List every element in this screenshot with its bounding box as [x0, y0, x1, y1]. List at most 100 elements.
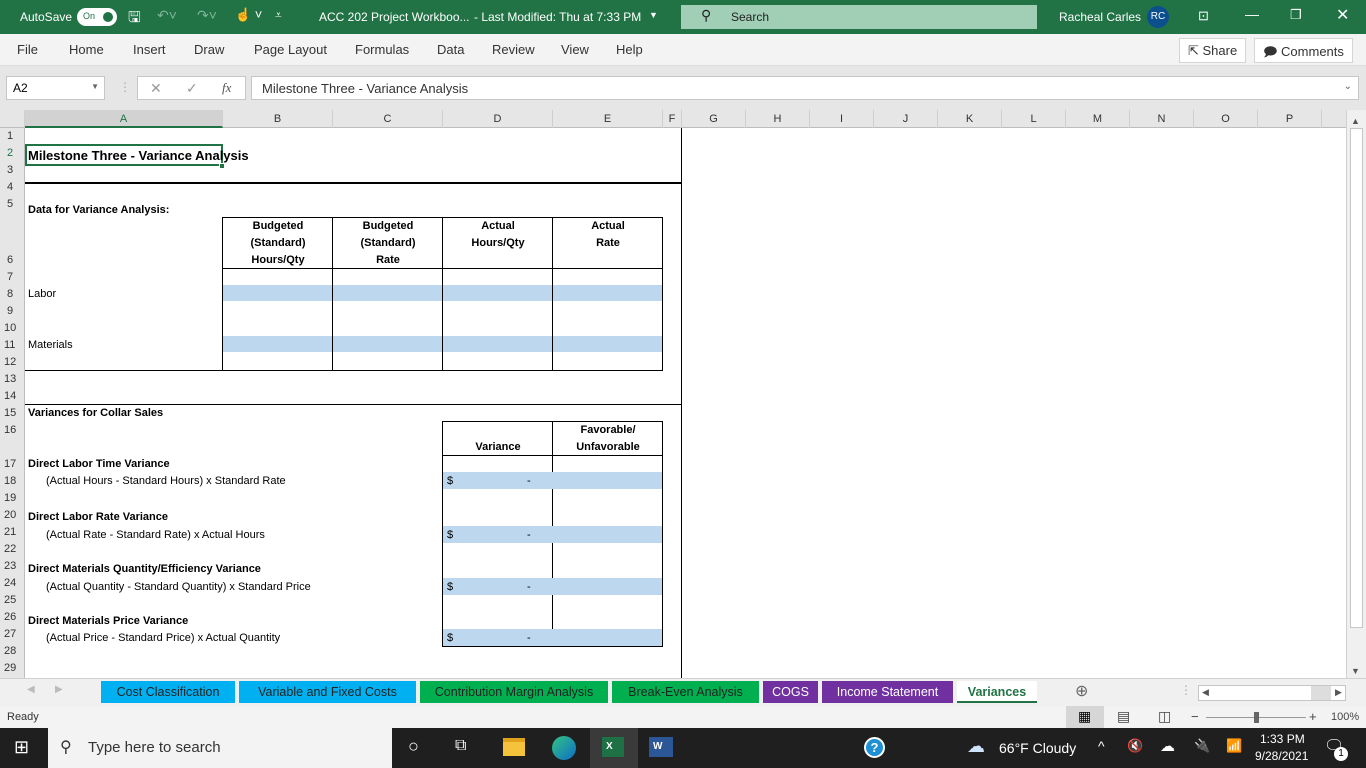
- row-header-14[interactable]: 14: [0, 390, 25, 402]
- excel-taskbar-button[interactable]: X: [590, 728, 638, 768]
- insert-function-icon[interactable]: fx: [222, 80, 231, 96]
- scroll-up-icon[interactable]: ▲: [1351, 116, 1360, 126]
- edge-icon[interactable]: [552, 736, 576, 760]
- sheet-tab-variable-and-fixed-costs[interactable]: Variable and Fixed Costs: [239, 681, 416, 703]
- cancel-icon[interactable]: ✕: [150, 80, 162, 97]
- row-header-5[interactable]: 5: [0, 198, 25, 210]
- scroll-left-icon[interactable]: ◀: [1202, 687, 1209, 698]
- variance-value[interactable]: -: [527, 529, 531, 541]
- file-explorer-icon[interactable]: [503, 738, 525, 756]
- tab-help[interactable]: Help: [616, 42, 643, 57]
- column-header-a[interactable]: A: [25, 110, 223, 128]
- show-hidden-icons[interactable]: ^: [1098, 738, 1105, 754]
- variance-value[interactable]: -: [527, 581, 531, 593]
- row-header-7[interactable]: 7: [0, 271, 25, 283]
- zoom-in-icon[interactable]: +: [1309, 709, 1317, 724]
- column-header-j[interactable]: J: [874, 110, 938, 128]
- column-header-l[interactable]: L: [1002, 110, 1066, 128]
- document-title[interactable]: ACC 202 Project Workboo...: [319, 10, 470, 24]
- search-box[interactable]: ⚲ Search: [681, 5, 1037, 29]
- row-header-3[interactable]: 3: [0, 164, 25, 176]
- zoom-level[interactable]: 100%: [1331, 711, 1359, 723]
- user-name[interactable]: Racheal Carles: [1059, 10, 1141, 24]
- clock-time[interactable]: 1:33 PM: [1260, 732, 1305, 746]
- zoom-slider-thumb[interactable]: [1254, 712, 1259, 723]
- prev-sheet-icon[interactable]: ◀: [27, 684, 35, 695]
- sheet-tab-break-even-analysis[interactable]: Break-Even Analysis: [612, 681, 759, 703]
- taskbar-search[interactable]: ⚲ Type here to search: [48, 728, 392, 768]
- row-header-1[interactable]: 1: [0, 130, 25, 142]
- column-header-h[interactable]: H: [746, 110, 810, 128]
- scroll-down-icon[interactable]: ▼: [1351, 666, 1360, 676]
- row-header-24[interactable]: 24: [0, 577, 25, 589]
- row-header-16[interactable]: 16: [0, 424, 25, 436]
- column-header-c[interactable]: C: [333, 110, 443, 128]
- tab-insert[interactable]: Insert: [133, 42, 166, 57]
- row-header-6[interactable]: 6: [0, 254, 25, 266]
- battery-icon[interactable]: 🔌: [1194, 738, 1210, 754]
- sheet-tab-income-statement[interactable]: Income Statement: [822, 681, 953, 703]
- page-break-view-icon[interactable]: ◫: [1158, 708, 1171, 725]
- tab-formulas[interactable]: Formulas: [355, 42, 409, 57]
- select-all-corner[interactable]: [0, 110, 25, 128]
- row-header-13[interactable]: 13: [0, 373, 25, 385]
- horizontal-scrollbar[interactable]: ◀ ▶: [1198, 685, 1346, 701]
- clock-date[interactable]: 9/28/2021: [1255, 749, 1308, 763]
- row-header-27[interactable]: 27: [0, 628, 25, 640]
- row-header-12[interactable]: 12: [0, 356, 25, 368]
- avatar[interactable]: RC: [1147, 6, 1169, 28]
- row-header-23[interactable]: 23: [0, 560, 25, 572]
- row-header-8[interactable]: 8: [0, 288, 25, 300]
- row-header-11[interactable]: 11: [0, 339, 25, 351]
- variance-value[interactable]: -: [527, 475, 531, 487]
- row-header-15[interactable]: 15: [0, 407, 25, 419]
- sheet-tab-cost-classification[interactable]: Cost Classification: [101, 681, 235, 703]
- wifi-icon[interactable]: 📶: [1226, 738, 1242, 754]
- column-header-i[interactable]: I: [810, 110, 874, 128]
- row-header-26[interactable]: 26: [0, 611, 25, 623]
- column-header-d[interactable]: D: [443, 110, 553, 128]
- enter-check-icon[interactable]: ✓: [186, 80, 198, 97]
- share-button[interactable]: ⇱ Share: [1179, 38, 1247, 63]
- restore-icon[interactable]: ❐: [1290, 7, 1302, 23]
- save-icon[interactable]: 🖫: [128, 7, 141, 32]
- zoom-out-icon[interactable]: −: [1191, 709, 1199, 724]
- row-header-4[interactable]: 4: [0, 181, 25, 193]
- task-view-icon[interactable]: ⧉: [455, 737, 466, 755]
- sheet-tab-cogs[interactable]: COGS: [763, 681, 818, 703]
- help-icon[interactable]: ?: [864, 737, 885, 758]
- column-header-f[interactable]: F: [663, 110, 682, 128]
- scroll-right-icon[interactable]: ▶: [1335, 687, 1342, 698]
- formula-input[interactable]: Milestone Three - Variance Analysis ⌄: [251, 76, 1359, 100]
- column-header-g[interactable]: G: [682, 110, 746, 128]
- add-sheet-icon[interactable]: ⊕: [1075, 681, 1088, 701]
- row-header-19[interactable]: 19: [0, 492, 25, 504]
- touch-mode-icon[interactable]: ☝ ˅: [235, 7, 262, 23]
- row-header-10[interactable]: 10: [0, 322, 25, 334]
- next-sheet-icon[interactable]: ▶: [55, 684, 63, 695]
- scroll-thumb[interactable]: [1350, 128, 1363, 628]
- title-dropdown-icon[interactable]: ▼: [649, 10, 658, 20]
- row-header-29[interactable]: 29: [0, 662, 25, 674]
- variance-value[interactable]: -: [527, 632, 531, 644]
- tab-draw[interactable]: Draw: [194, 42, 224, 57]
- minimize-icon[interactable]: —: [1245, 6, 1259, 22]
- tab-file[interactable]: File: [17, 42, 38, 57]
- volume-muted-icon[interactable]: 🔇: [1127, 738, 1143, 754]
- column-header-o[interactable]: O: [1194, 110, 1258, 128]
- row-header-28[interactable]: 28: [0, 645, 25, 657]
- tab-page-layout[interactable]: Page Layout: [254, 42, 327, 57]
- windows-start-icon[interactable]: ⊞: [14, 737, 29, 758]
- comments-button[interactable]: 🗩 Comments: [1254, 38, 1353, 63]
- worksheet-grid[interactable]: Milestone Three - Variance Analysis Data…: [25, 128, 1346, 678]
- customize-toolbar-icon[interactable]: ⩡: [275, 8, 282, 23]
- row-header-17[interactable]: 17: [0, 458, 25, 470]
- autosave-toggle[interactable]: On: [77, 8, 117, 26]
- tab-data[interactable]: Data: [437, 42, 464, 57]
- tab-home[interactable]: Home: [69, 42, 104, 57]
- word-icon[interactable]: W: [649, 737, 673, 757]
- column-header-b[interactable]: B: [223, 110, 333, 128]
- row-header-2[interactable]: 2: [0, 147, 25, 159]
- close-icon[interactable]: ✕: [1336, 5, 1349, 25]
- column-header-e[interactable]: E: [553, 110, 663, 128]
